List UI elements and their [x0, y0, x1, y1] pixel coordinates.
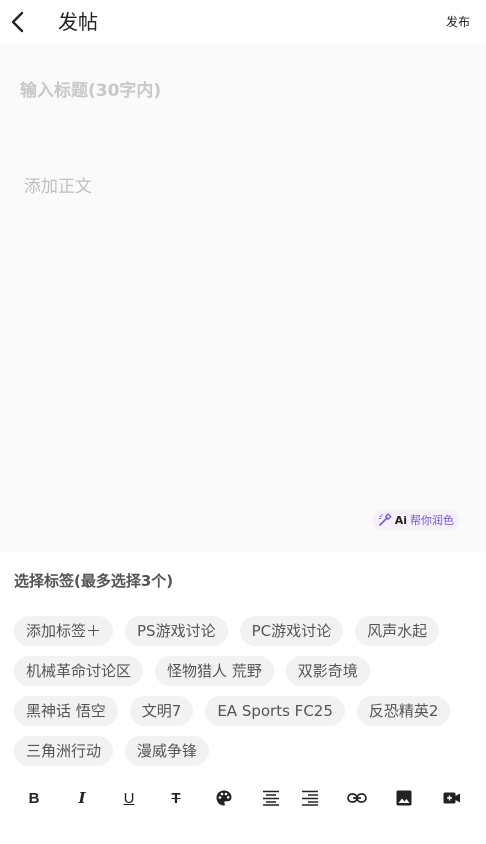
tag-chip[interactable]: 怪物猎人 荒野	[155, 656, 274, 686]
tags-heading: 选择标签(最多选择3个)	[14, 572, 174, 590]
image-icon	[396, 790, 412, 806]
align-right-icon	[302, 790, 318, 806]
tag-row: 黑神话 悟空 文明7 EA Sports FC25 反恐精英2	[14, 696, 451, 726]
page-title: 发帖	[58, 10, 98, 34]
tag-chip[interactable]: 机械革命讨论区	[14, 656, 144, 686]
tag-chip[interactable]: EA Sports FC25	[205, 696, 345, 726]
magic-pen-icon	[378, 513, 392, 526]
tag-row: 三角洲行动 漫威争锋	[14, 736, 210, 766]
tag-row: 添加标签＋ PS游戏讨论 PC游戏讨论 风声水起	[14, 616, 440, 646]
chevron-left-icon	[11, 11, 24, 33]
italic-button[interactable]: I	[70, 786, 94, 810]
tag-chip[interactable]: 反恐精英2	[356, 696, 451, 726]
ai-polish-label: 帮你润色	[410, 514, 454, 527]
publish-button[interactable]: 发布	[446, 13, 470, 31]
tag-chip[interactable]: 漫威争锋	[125, 736, 210, 766]
tag-chip[interactable]: 双影奇境	[285, 656, 370, 686]
align-right-button[interactable]	[298, 786, 322, 810]
align-center-icon	[263, 790, 279, 806]
insert-video-button[interactable]	[440, 786, 464, 810]
tag-chip[interactable]: 黑神话 悟空	[14, 696, 118, 726]
post-editor: 添加正文 Ai 帮你润色	[0, 44, 486, 552]
tag-chip[interactable]: 风声水起	[355, 616, 440, 646]
back-button[interactable]	[6, 8, 28, 36]
video-icon	[443, 792, 460, 804]
insert-link-button[interactable]	[345, 786, 369, 810]
tag-chip[interactable]: PC游戏讨论	[239, 616, 344, 646]
tag-row: 机械革命讨论区 怪物猎人 荒野 双影奇境	[14, 656, 370, 686]
tags-section: 选择标签(最多选择3个) 添加标签＋ PS游戏讨论 PC游戏讨论 风声水起 机械…	[0, 552, 486, 772]
align-center-button[interactable]	[259, 786, 283, 810]
body-input[interactable]: 添加正文	[24, 172, 92, 197]
title-input[interactable]	[20, 80, 460, 102]
underline-button[interactable]: U	[117, 786, 141, 810]
insert-image-button[interactable]	[392, 786, 416, 810]
add-tag-button[interactable]: 添加标签＋	[14, 616, 114, 646]
tag-chip[interactable]: 文明7	[129, 696, 194, 726]
header-bar: 发帖 发布	[0, 0, 486, 44]
palette-icon	[216, 790, 232, 806]
ai-polish-button[interactable]: Ai 帮你润色	[371, 510, 460, 530]
strikethrough-button[interactable]: T	[164, 786, 188, 810]
tag-chip[interactable]: 三角洲行动	[14, 736, 114, 766]
link-icon	[347, 793, 367, 803]
bold-button[interactable]: B	[22, 786, 46, 810]
tag-chip[interactable]: PS游戏讨论	[125, 616, 228, 646]
text-color-button[interactable]	[212, 786, 236, 810]
ai-label: Ai	[394, 513, 407, 527]
format-toolbar: B I U T	[0, 778, 486, 818]
